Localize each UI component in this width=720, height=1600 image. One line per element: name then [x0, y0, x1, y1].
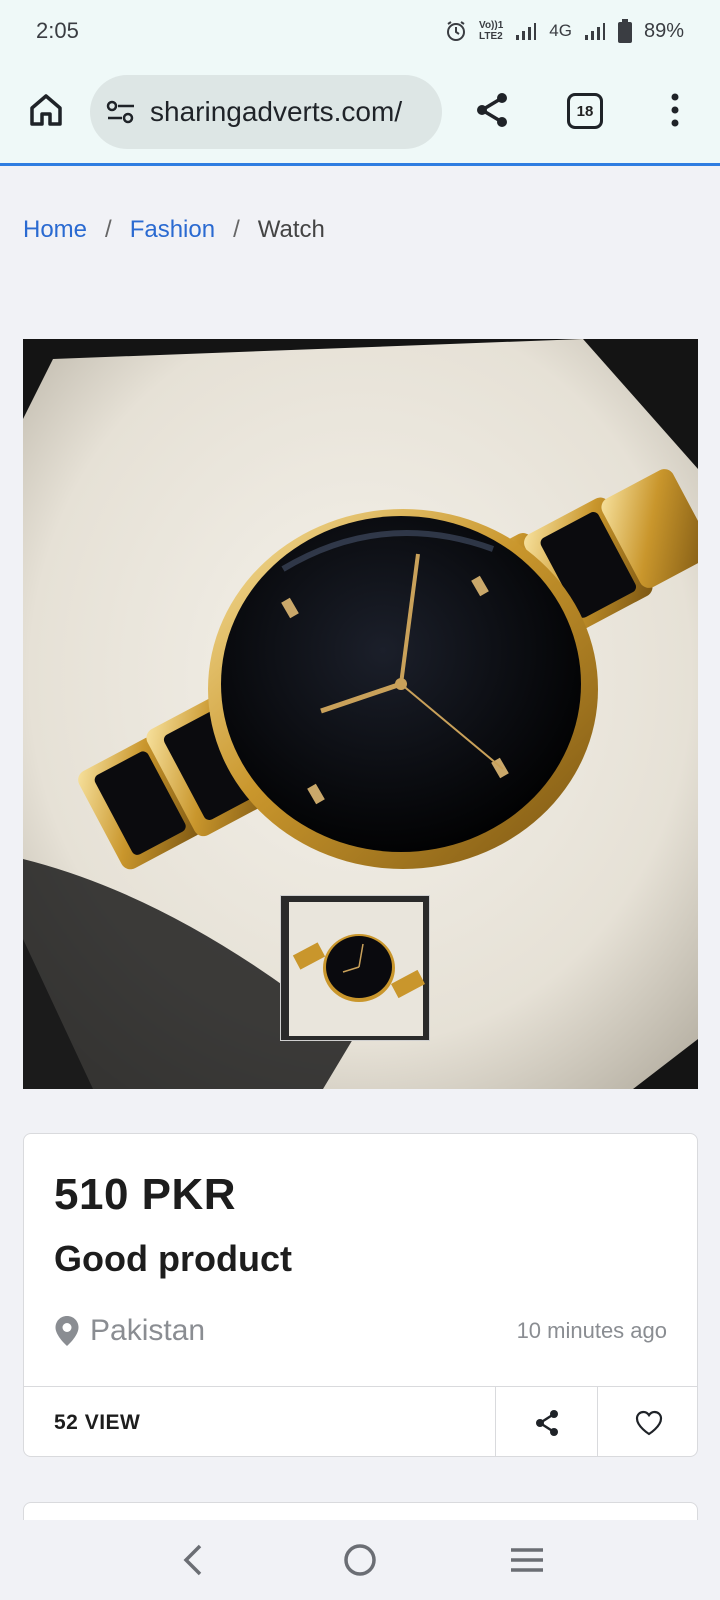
breadcrumb-fashion[interactable]: Fashion [130, 216, 215, 244]
breadcrumb-separator: / [233, 216, 240, 243]
volte-indicator: Vo))1 LTE2 [479, 20, 503, 42]
menu-button[interactable] [660, 88, 690, 132]
watch-thumbnail [281, 896, 429, 1040]
volte-line-2: LTE2 [479, 31, 503, 42]
location: Pakistan [54, 1314, 205, 1348]
back-button[interactable] [163, 1530, 223, 1590]
thumbnail-image[interactable] [280, 895, 430, 1041]
share-listing-button[interactable] [495, 1387, 597, 1456]
home-circle-icon [344, 1544, 376, 1576]
price: 510 PKR [54, 1170, 237, 1219]
home-nav-button[interactable] [330, 1530, 390, 1590]
signal-2-icon [584, 23, 605, 40]
alarm-icon [447, 21, 466, 41]
location-text: Pakistan [90, 1314, 206, 1347]
share-icon [477, 93, 507, 127]
status-time: 2:05 [36, 18, 79, 43]
back-icon [183, 1544, 202, 1576]
volte-line-1: Vo))1 [479, 20, 504, 31]
recents-icon [510, 1548, 543, 1572]
status-icons: Vo))1 LTE2 4G 89% [445, 19, 684, 43]
battery-percent: 89% [643, 19, 684, 42]
heart-icon [635, 1410, 662, 1435]
posted-time: 10 minutes ago [516, 1318, 667, 1343]
recents-button[interactable] [497, 1530, 557, 1590]
tab-count: 18 [576, 102, 594, 120]
listing-card: 510 PKR Good product Pakistan 10 minutes… [23, 1133, 698, 1457]
location-pin-icon [55, 1316, 79, 1346]
share-icon [535, 1409, 558, 1436]
share-button[interactable] [470, 88, 514, 132]
breadcrumb: Home / Fashion / Watch [23, 216, 325, 244]
battery-icon [617, 19, 632, 43]
view-count: 52 VIEW [54, 1410, 141, 1434]
favorite-button[interactable] [597, 1387, 697, 1456]
breadcrumb-home[interactable]: Home [23, 216, 87, 244]
status-bar: 2:05 Vo))1 LTE2 4G 89% [0, 0, 720, 62]
breadcrumb-separator: / [105, 216, 112, 243]
browser-toolbar: sharingadverts.com/ 18 [0, 62, 720, 166]
signal-icon [516, 23, 537, 40]
listing-title: Good product [54, 1238, 292, 1279]
card-footer: 52 VIEW [24, 1386, 697, 1456]
network-type: 4G [549, 21, 572, 40]
home-icon [30, 94, 62, 126]
system-nav-bar [0, 1520, 720, 1600]
url-text[interactable]: sharingadverts.com/ [150, 96, 402, 128]
url-bar[interactable]: sharingadverts.com/ [90, 75, 442, 149]
site-settings-icon[interactable] [106, 99, 136, 125]
more-vert-icon [671, 93, 679, 127]
tab-switcher-button[interactable]: 18 [567, 93, 603, 129]
breadcrumb-current: Watch [257, 216, 325, 243]
home-button[interactable] [24, 88, 68, 132]
